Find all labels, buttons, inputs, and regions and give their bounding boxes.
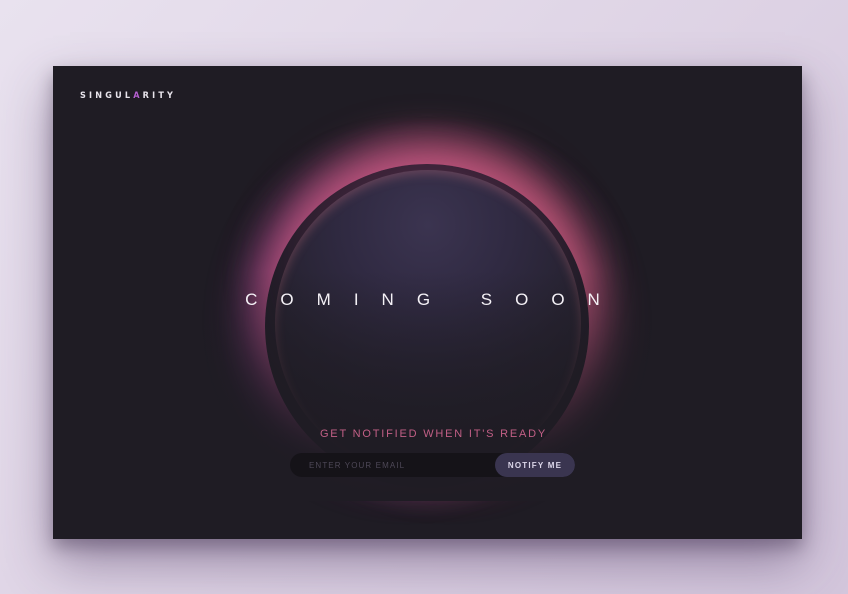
- coming-soon-heading: COMING SOON: [245, 290, 623, 309]
- logo-accent-letter: A: [133, 91, 143, 101]
- notify-me-button[interactable]: NOTIFY ME: [495, 453, 575, 477]
- email-signup-form: NOTIFY ME: [290, 453, 575, 477]
- logo-text-end: RITY: [142, 91, 177, 101]
- logo-text-start: SINGUL: [80, 91, 134, 101]
- landing-card: SINGULARITY COMING SOON GET NOTIFIED WHE…: [53, 66, 802, 539]
- brand-logo[interactable]: SINGULARITY: [80, 91, 176, 101]
- notify-prompt: GET NOTIFIED WHEN IT'S READY: [319, 428, 548, 440]
- email-input[interactable]: [290, 453, 495, 477]
